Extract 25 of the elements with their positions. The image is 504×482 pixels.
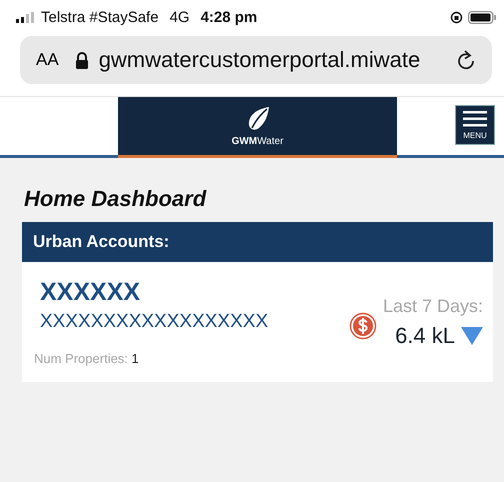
section-header: Urban Accounts: xyxy=(22,222,493,262)
carrier-name: Telstra #StaySafe xyxy=(41,8,159,26)
signal-icon xyxy=(16,12,36,22)
orientation-lock-icon xyxy=(450,10,463,24)
logo-banner[interactable]: GWMWater xyxy=(118,97,397,158)
account-name: XXXXXX xyxy=(40,278,142,307)
address-bar[interactable]: AA gwmwatercustomerportal.miwate xyxy=(20,36,492,84)
properties-count: 1 xyxy=(132,351,139,366)
usage-value: 6.4 kL xyxy=(395,323,455,349)
logo-text: GWMWater xyxy=(232,136,284,146)
dollar-icon xyxy=(348,312,377,340)
period-label: Last 7 Days: xyxy=(382,296,483,317)
account-number: XXXXXXXXXXXXXXXXXX xyxy=(40,311,270,333)
battery-icon xyxy=(468,10,496,24)
url-text: gwmwatercustomerportal.miwate xyxy=(98,47,422,73)
page-title: Home Dashboard xyxy=(24,186,208,212)
network-type: 4G xyxy=(170,8,190,26)
properties-label: Num Properties: xyxy=(34,351,128,366)
text-size-button[interactable]: AA xyxy=(36,50,59,70)
lock-icon xyxy=(74,52,89,68)
clock-time: 4:28 pm xyxy=(200,8,258,26)
account-card[interactable]: XXXXXX XXXXXXXXXXXXXXXXXX Last 7 Days: 6.4 kL Num Properties: 1 xyxy=(22,262,493,382)
reload-icon[interactable] xyxy=(456,49,476,71)
menu-button[interactable]: MENU xyxy=(455,105,495,145)
menu-icon xyxy=(463,110,487,126)
